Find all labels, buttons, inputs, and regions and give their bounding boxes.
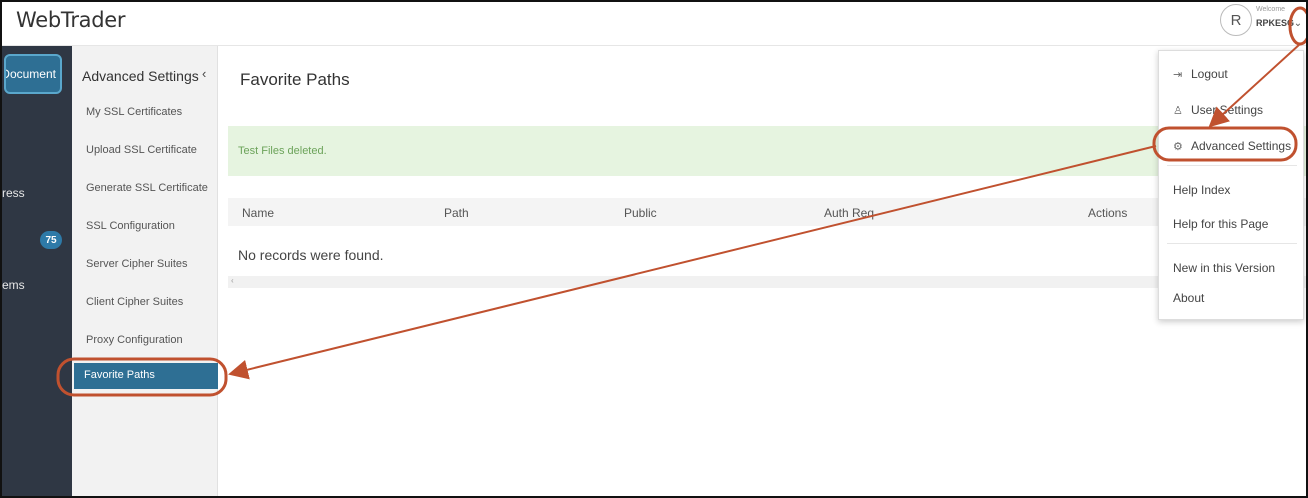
subnav-item-proxy-configuration[interactable]: Proxy Configuration <box>86 334 183 346</box>
menu-item-help-index[interactable]: Help Index <box>1173 183 1230 197</box>
column-header-actions: Actions <box>1088 206 1128 220</box>
user-dropdown-menu: ⇥ Logout ♙ User Settings ⚙ Advanced Setting… <box>1158 50 1304 320</box>
rail-document-button[interactable]: Document <box>4 54 62 94</box>
column-header-public[interactable]: Public <box>624 206 657 220</box>
column-header-name[interactable]: Name <box>242 206 274 220</box>
user-menu-chevron-icon[interactable]: ⌄ <box>1290 10 1306 36</box>
rail-item-progress[interactable]: ress <box>2 186 25 200</box>
menu-item-label: Advanced Settings <box>1191 139 1292 153</box>
subnav-title: Advanced Settings <box>82 68 199 84</box>
top-header: WebTrader R Welcome RPKESG ⌄ <box>2 2 1306 46</box>
gear-icon: ⚙ <box>1173 141 1183 153</box>
menu-item-new-in-this-version[interactable]: New in this Version <box>1173 261 1275 275</box>
subnav-item-upload-ssl-certificate[interactable]: Upload SSL Certificate <box>86 144 197 156</box>
menu-divider <box>1167 165 1297 166</box>
menu-item-label: Logout <box>1191 67 1228 81</box>
rail-count-badge: 75 <box>40 231 62 249</box>
menu-divider <box>1167 243 1297 244</box>
alert-message: Test Files deleted. <box>238 145 327 157</box>
app-window: WebTrader R Welcome RPKESG ⌄ Document re… <box>0 0 1308 498</box>
menu-item-about[interactable]: About <box>1173 291 1204 305</box>
advanced-settings-nav: Advanced Settings ‹ My SSL Certificates … <box>72 46 218 496</box>
success-alert: Test Files deleted. <box>228 126 1306 176</box>
empty-state-text: No records were found. <box>238 247 384 263</box>
table-header: Name Path Public Auth Req Actions <box>228 198 1306 226</box>
main-content: Favorite Paths Test Files deleted. Name … <box>218 46 1306 496</box>
column-header-path[interactable]: Path <box>444 206 469 220</box>
avatar[interactable]: R <box>1220 4 1252 36</box>
subnav-item-server-cipher-suites[interactable]: Server Cipher Suites <box>86 258 188 270</box>
column-header-auth-req[interactable]: Auth Req <box>824 206 874 220</box>
username-label[interactable]: RPKESG <box>1256 18 1294 28</box>
menu-item-help-for-this-page[interactable]: Help for this Page <box>1173 217 1268 231</box>
subnav-item-generate-ssl-certificate[interactable]: Generate SSL Certificate <box>86 182 208 194</box>
app-title: WebTrader <box>16 8 126 32</box>
horizontal-scrollbar[interactable]: ‹ <box>228 276 1306 288</box>
scroll-left-icon[interactable]: ‹ <box>231 276 234 285</box>
rail-item-items[interactable]: ems <box>2 278 25 292</box>
subnav-item-favorite-paths[interactable]: Favorite Paths <box>74 363 218 389</box>
subnav-item-my-ssl-certificates[interactable]: My SSL Certificates <box>86 106 182 118</box>
menu-item-label: User Settings <box>1191 103 1264 117</box>
user-icon: ♙ <box>1173 105 1183 117</box>
subnav-item-client-cipher-suites[interactable]: Client Cipher Suites <box>86 296 183 308</box>
welcome-label: Welcome <box>1256 6 1286 13</box>
menu-item-user-settings[interactable]: ♙ User Settings <box>1173 103 1263 117</box>
left-rail: Document ress 75 ems <box>2 46 72 496</box>
page-title: Favorite Paths <box>240 70 350 89</box>
collapse-chevron-icon[interactable]: ‹ <box>202 66 206 81</box>
menu-item-advanced-settings[interactable]: ⚙ Advanced Settings <box>1173 139 1291 153</box>
logout-icon: ⇥ <box>1173 69 1183 81</box>
menu-item-logout[interactable]: ⇥ Logout <box>1173 67 1228 81</box>
subnav-item-ssl-configuration[interactable]: SSL Configuration <box>86 220 175 232</box>
